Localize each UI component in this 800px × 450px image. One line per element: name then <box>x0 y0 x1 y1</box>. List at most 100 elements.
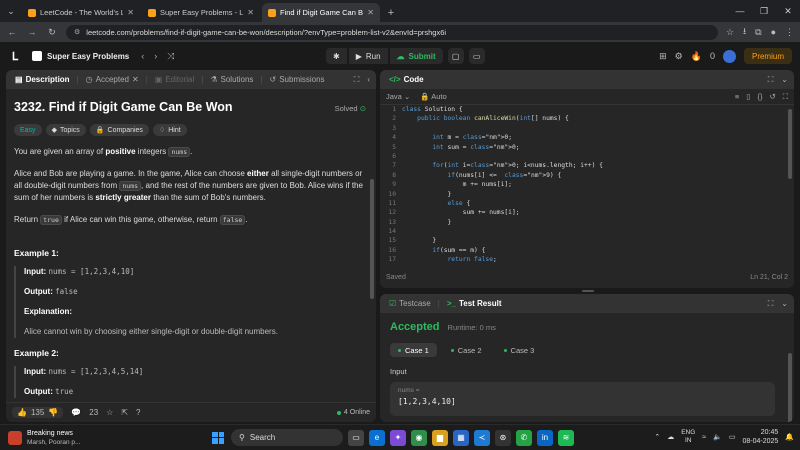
tab-accepted[interactable]: ◷ Accepted ✕ <box>83 75 142 84</box>
vscode-icon[interactable]: ≺ <box>474 429 490 446</box>
tab-testcase[interactable]: ☑ Testcase <box>386 299 434 308</box>
like-button[interactable]: 👍 135 👎 <box>12 407 64 418</box>
bookmark-star-icon[interactable]: ☆ <box>726 27 734 38</box>
shuffle-icon[interactable]: ⤨ <box>167 51 174 62</box>
notifications-icon[interactable]: 🔔 <box>785 433 794 441</box>
edge-icon[interactable]: e <box>369 429 385 446</box>
code-line[interactable]: 8 if(nums[i] <= class="nm">9) { <box>380 171 794 180</box>
file-explorer-icon[interactable]: ▆ <box>432 429 448 446</box>
close-tab-icon[interactable]: ✕ <box>127 8 134 17</box>
reset-icon[interactable]: ↺ <box>769 92 775 102</box>
code-line[interactable]: 9 m += nums[i]; <box>380 180 794 189</box>
forward-icon[interactable]: → <box>26 27 38 37</box>
share-icon[interactable]: ⇱ <box>121 408 128 417</box>
topics-tag[interactable]: ◆ Topics <box>45 124 86 136</box>
next-problem-icon[interactable]: › <box>154 51 157 62</box>
tab-solutions[interactable]: ⚗ Solutions <box>207 75 256 84</box>
tab-description[interactable]: ▤ Description <box>12 75 73 84</box>
whatsapp-icon[interactable]: ✆ <box>516 429 532 446</box>
profile-icon[interactable]: ● <box>771 27 776 37</box>
case-tab-2[interactable]: Case 2 <box>443 343 490 357</box>
comment-icon[interactable]: 💬 <box>71 408 81 417</box>
linkedin-icon[interactable]: in <box>537 429 553 446</box>
new-tab-button[interactable]: + <box>382 3 400 22</box>
browser-menu-icon[interactable]: ⋮ <box>785 27 794 38</box>
format-icon[interactable]: ≡ <box>735 92 739 102</box>
case-tab-1[interactable]: Case 1 <box>390 343 437 357</box>
feedback-button[interactable]: ▭ <box>468 48 485 64</box>
code-line[interactable]: 3 <box>380 124 794 133</box>
chatgpt-icon[interactable]: ⊛ <box>495 429 511 446</box>
close-tab-icon[interactable]: ✕ <box>367 8 374 17</box>
collapse-icon[interactable]: ‹ <box>367 75 370 85</box>
difficulty-tag[interactable]: Easy <box>14 124 42 136</box>
language-select[interactable]: Java ⌄ <box>386 92 410 101</box>
expand-icon[interactable]: ⛶ <box>354 75 360 85</box>
avatar[interactable] <box>722 49 736 63</box>
wifi-icon[interactable]: ≈ <box>702 434 706 441</box>
volume-icon[interactable]: 🔈 <box>713 433 722 441</box>
extensions-icon[interactable]: ⧉ <box>755 27 761 38</box>
task-view-icon[interactable]: ▭ <box>348 429 364 446</box>
code-line[interactable]: 6 <box>380 152 794 161</box>
help-icon[interactable]: ? <box>136 408 140 417</box>
news-widget[interactable]: Breaking news Marsh, Pooran p... <box>0 429 200 447</box>
clock[interactable]: 20:45 08-04-2025 <box>742 428 778 446</box>
battery-icon[interactable]: ▭ <box>729 433 736 441</box>
run-button[interactable]: ▶ Run <box>348 48 388 64</box>
chrome-icon[interactable]: ◉ <box>411 429 427 446</box>
code-line[interactable]: 13 } <box>380 218 794 227</box>
scrollbar[interactable] <box>788 109 792 179</box>
settings-icon[interactable]: ⚙ <box>675 51 683 62</box>
back-icon[interactable]: ← <box>6 27 18 37</box>
onedrive-icon[interactable]: ☁ <box>667 433 674 441</box>
fire-icon[interactable]: 🔥 <box>691 51 702 62</box>
browser-tab-3[interactable]: Find if Digit Game Can Be Won ✕ <box>262 3 380 22</box>
braces-icon[interactable]: {} <box>757 92 762 102</box>
scrollbar[interactable] <box>370 179 374 299</box>
code-line[interactable]: 17 return false; <box>380 255 794 264</box>
tab-search-icon[interactable]: ⌄ <box>0 0 22 22</box>
spotify-icon[interactable]: ≋ <box>558 429 574 446</box>
code-line[interactable]: 15 } <box>380 236 794 245</box>
chevron-up-icon[interactable]: ⌃ <box>654 433 660 441</box>
layout-icon[interactable]: ⊞ <box>659 51 667 62</box>
debug-button[interactable]: ✱ <box>326 48 347 64</box>
code-line[interactable]: 7 for(int i=class="nm">0; i<nums.length;… <box>380 161 794 170</box>
notes-button[interactable]: ▢ <box>447 48 464 64</box>
fullscreen-icon[interactable]: ⛶ <box>783 92 788 102</box>
minimize-icon[interactable]: — <box>728 0 752 22</box>
windows-start-icon[interactable] <box>210 430 226 446</box>
scrollbar[interactable] <box>788 353 792 422</box>
leetcode-logo-icon[interactable]: ᒪ <box>8 49 22 63</box>
favorite-star-icon[interactable]: ☆ <box>106 408 113 417</box>
premium-button[interactable]: Premium <box>743 48 792 64</box>
close-tab-icon[interactable]: ✕ <box>247 8 254 17</box>
code-editor[interactable]: 1 class Solution {2 public boolean canAli… <box>380 105 794 269</box>
site-info-icon[interactable]: ⚙ <box>74 28 80 36</box>
language-indicator[interactable]: ENG IN <box>681 429 695 445</box>
code-line[interactable]: 5 int sum = class="nm">0; <box>380 143 794 152</box>
code-line[interactable]: 12 sum += nums[i]; <box>380 208 794 217</box>
tab-code[interactable]: </> Code <box>386 75 427 84</box>
problem-list-button[interactable]: Super Easy Problems <box>32 51 129 61</box>
code-line[interactable]: 1 class Solution { <box>380 105 794 114</box>
submit-button[interactable]: ☁ Submit <box>389 48 443 64</box>
collapse-icon[interactable]: ⌄ <box>781 75 788 85</box>
downloads-icon[interactable]: ⭳ <box>743 24 746 40</box>
code-line[interactable]: 2 public boolean canAliceWin(int[] nums)… <box>380 114 794 123</box>
browser-tab-2[interactable]: Super Easy Problems - LeetCod ✕ <box>142 3 260 22</box>
expand-icon[interactable]: ⛶ <box>768 75 774 85</box>
bookmark-icon[interactable]: ▯ <box>746 92 750 102</box>
tab-test-result[interactable]: >_ Test Result <box>444 299 505 308</box>
maximize-icon[interactable]: ❐ <box>752 0 776 22</box>
close-icon[interactable]: ✕ <box>132 75 139 84</box>
code-line[interactable]: 4 int m = class="nm">0; <box>380 133 794 142</box>
code-line[interactable]: 16 if(sum == m) { <box>380 246 794 255</box>
hint-tag[interactable]: ♢ Hint <box>152 124 187 136</box>
taskbar-search[interactable]: ⚲ Search <box>231 429 343 446</box>
expand-icon[interactable]: ⛶ <box>768 299 774 309</box>
companies-tag[interactable]: 🔒 Companies <box>89 124 149 136</box>
url-field[interactable]: ⚙ leetcode.com/problems/find-if-digit-ga… <box>66 24 718 40</box>
auto-mode[interactable]: 🔒 Auto <box>420 92 446 101</box>
